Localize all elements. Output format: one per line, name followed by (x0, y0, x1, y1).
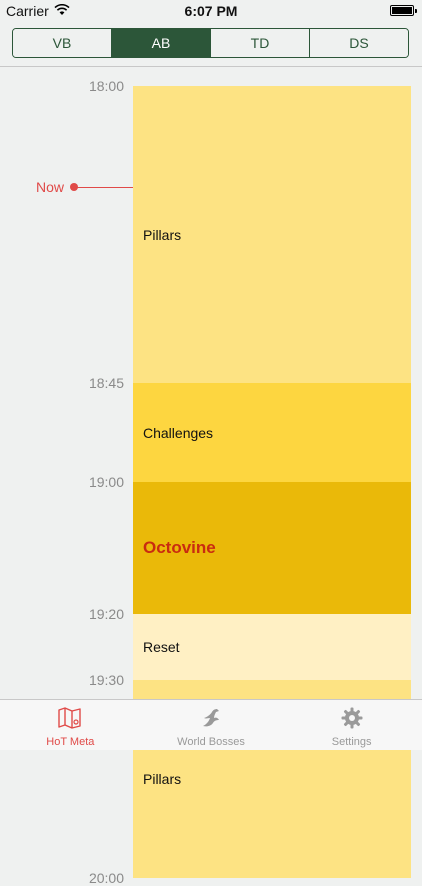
event-name: Pillars (143, 226, 182, 243)
map-icon (57, 705, 83, 731)
segmented-control: VB AB TD DS (12, 28, 409, 58)
event-name: Challenges (143, 424, 214, 441)
tab-hot-meta[interactable]: HoT Meta (0, 700, 141, 750)
gear-icon (339, 705, 365, 731)
time-label: 18:45 (88, 375, 124, 391)
tab-label: HoT Meta (46, 736, 95, 748)
segment-vb[interactable]: VB (13, 29, 111, 57)
tab-bar: HoT Meta World Bosses Settings (0, 699, 422, 750)
tab-settings[interactable]: Settings (281, 700, 422, 750)
tab-world-bosses[interactable]: World Bosses (141, 700, 282, 750)
event-name: Pillars (143, 771, 182, 787)
time-label: 19:20 (88, 606, 124, 622)
event-name: Reset (143, 639, 180, 655)
time-label: 19:30 (88, 672, 124, 688)
status-bar: Carrier 6:07 PM (0, 0, 422, 22)
time-label: 18:00 (88, 78, 124, 94)
event-block-reset[interactable]: Reset (133, 614, 411, 680)
tab-label: World Bosses (177, 736, 245, 748)
clock: 6:07 PM (184, 3, 238, 19)
event-block-pillars[interactable]: Pillars (133, 86, 411, 383)
segment-td[interactable]: TD (210, 29, 309, 57)
time-label: 19:00 (88, 474, 124, 490)
event-block-octovine[interactable]: Octovine (133, 482, 411, 614)
now-line (76, 187, 133, 188)
timeline: Pillars Reset Octovine Challenges Pillars No… (0, 67, 422, 886)
dragon-icon (198, 705, 224, 731)
event-block-challenges[interactable]: Challenges (133, 383, 411, 482)
event-name: Octovine (143, 538, 216, 557)
now-label: Now (36, 179, 65, 195)
battery-icon (390, 5, 417, 16)
segment-ab[interactable]: AB (111, 29, 210, 57)
time-label: 20:00 (88, 870, 124, 886)
tab-label: Settings (331, 736, 372, 748)
segment-ds[interactable]: DS (309, 29, 408, 57)
